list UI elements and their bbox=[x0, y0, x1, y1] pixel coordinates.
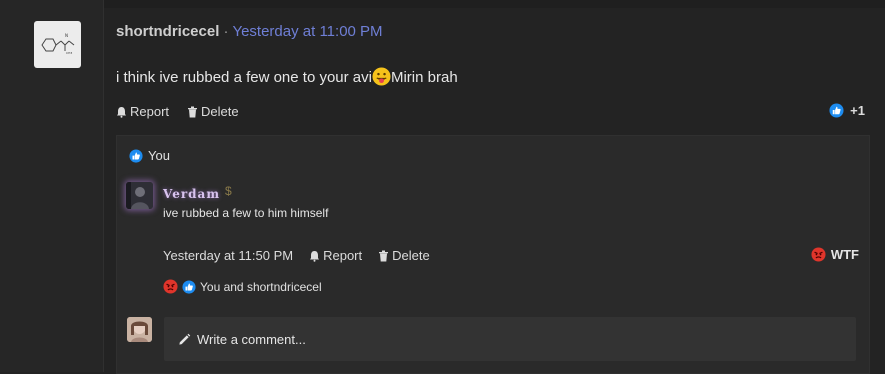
angry-face-icon bbox=[811, 247, 826, 262]
message-text-end: Mirin brah bbox=[390, 69, 458, 86]
like-icon bbox=[182, 279, 196, 294]
comment-placeholder: Write a comment... bbox=[197, 331, 306, 347]
reply-reactions-label: You and shortndricecel bbox=[200, 279, 322, 294]
reply-text: ive rubbed a few to him himself bbox=[163, 206, 329, 220]
post-reaction-count[interactable]: +1 bbox=[829, 103, 865, 118]
reply-username[interactable]: Verdam bbox=[163, 187, 220, 201]
wtf-reaction-button[interactable]: WTF bbox=[811, 247, 859, 262]
delete-label: Delete bbox=[201, 104, 239, 119]
message-text-start: i think ive rubbed a few one to your avi bbox=[116, 69, 372, 86]
tongue-out-emoji-icon bbox=[372, 67, 391, 86]
poster-avatar[interactable]: N CH3 bbox=[34, 21, 81, 68]
reaction-count-label: +1 bbox=[850, 103, 865, 118]
likes-summary-label: You bbox=[148, 148, 170, 163]
current-user-avatar[interactable] bbox=[127, 317, 152, 342]
reply-avatar-image bbox=[126, 182, 153, 209]
svg-text:N: N bbox=[65, 33, 68, 38]
comments-panel: You Verdam $ ive rubbed a few to him him… bbox=[116, 135, 870, 374]
reply-timestamp[interactable]: Yesterday at 11:50 PM bbox=[163, 248, 293, 263]
current-user-avatar-image bbox=[127, 317, 152, 342]
post-username[interactable]: shortndricecel bbox=[116, 23, 219, 40]
svg-text:CH3: CH3 bbox=[66, 51, 72, 55]
chemical-structure-icon: N CH3 bbox=[41, 33, 75, 55]
report-button[interactable]: Report bbox=[116, 104, 169, 119]
post-actions: Report Delete bbox=[116, 104, 239, 119]
delete-button[interactable]: Delete bbox=[187, 104, 239, 119]
trash-icon bbox=[379, 250, 389, 261]
report-label: Report bbox=[130, 104, 170, 119]
bell-icon bbox=[310, 250, 320, 262]
reply-delete-label: Delete bbox=[392, 248, 430, 263]
money-badge-icon: $ bbox=[225, 184, 232, 198]
reply-report-label: Report bbox=[323, 248, 363, 263]
reply-report-button[interactable]: Report bbox=[309, 248, 362, 263]
top-border bbox=[0, 0, 885, 8]
reply-reactions-summary[interactable]: You and shortndricecel bbox=[163, 279, 322, 294]
likes-summary[interactable]: You bbox=[129, 148, 170, 163]
bell-icon bbox=[117, 106, 126, 118]
reply-actions: Yesterday at 11:50 PM Report Delete bbox=[163, 248, 430, 263]
comment-input[interactable]: Write a comment... bbox=[164, 317, 856, 361]
wtf-label: WTF bbox=[830, 247, 859, 262]
trash-icon bbox=[188, 106, 198, 117]
reply-avatar[interactable] bbox=[126, 182, 153, 209]
post-message: i think ive rubbed a few one to your avi… bbox=[116, 67, 458, 86]
like-icon bbox=[129, 148, 143, 163]
post-timestamp[interactable]: Yesterday at 11:00 PM bbox=[232, 23, 382, 40]
angry-face-icon bbox=[163, 279, 178, 294]
like-icon bbox=[829, 103, 844, 118]
pencil-icon bbox=[179, 333, 191, 345]
reply-delete-button[interactable]: Delete bbox=[378, 248, 430, 263]
post-header: shortndricecel · Yesterday at 11:00 PM bbox=[116, 23, 383, 40]
header-separator: · bbox=[223, 23, 229, 40]
